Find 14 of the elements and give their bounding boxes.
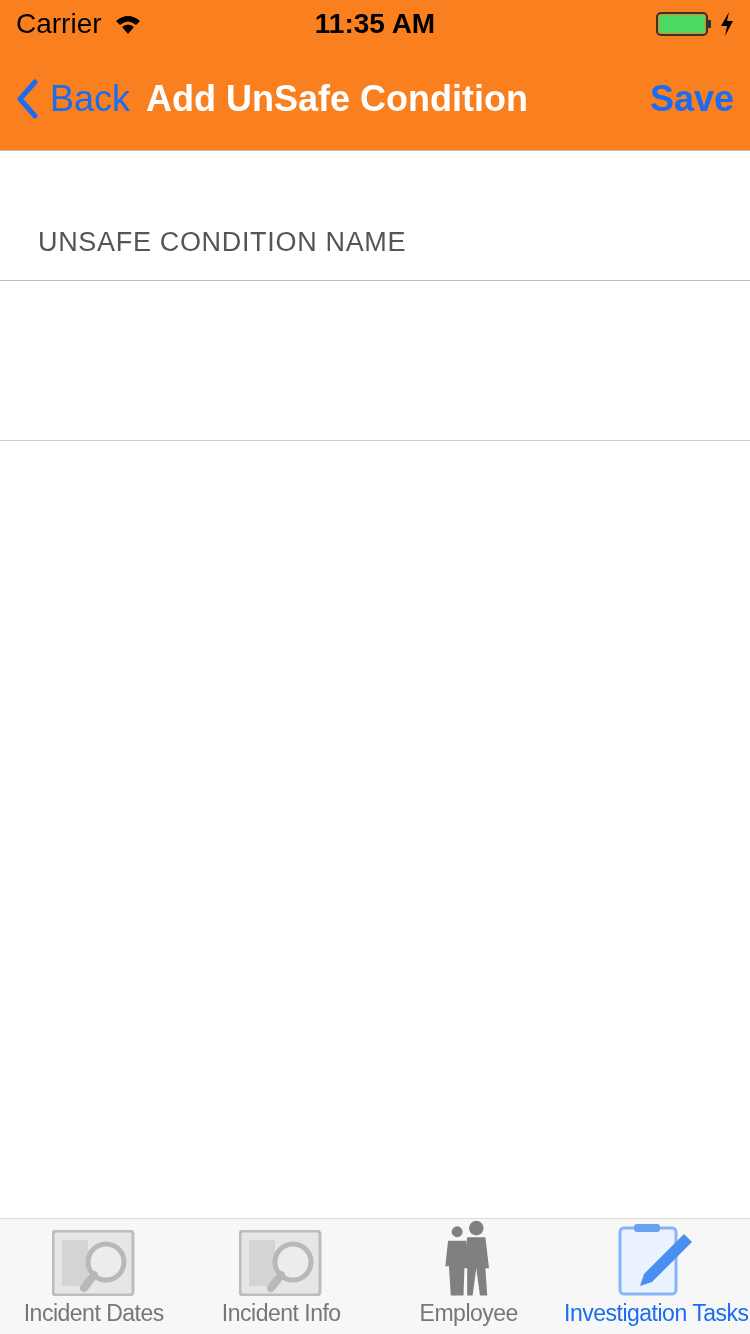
status-time: 11:35 AM xyxy=(314,7,436,41)
tab-bar-item[interactable]: Employee xyxy=(375,1219,563,1334)
document-search-icon xyxy=(51,1229,136,1296)
tab-bar-item[interactable]: Incident Info xyxy=(187,1219,375,1334)
section-header: UNSAFE CONDITION NAME xyxy=(38,225,407,259)
carrier-label: Carrier xyxy=(16,7,102,41)
battery-icon xyxy=(656,12,712,36)
nav-title: Add UnSafe Condition xyxy=(146,77,528,121)
tab-bar-item[interactable]: Incident Dates xyxy=(0,1219,188,1334)
charging-bolt-icon xyxy=(720,12,734,36)
clipboard-pencil-icon xyxy=(618,1223,695,1296)
document-search-icon xyxy=(239,1229,324,1296)
tab-bar-item[interactable]: Investigation Tasks xyxy=(562,1219,750,1334)
back-chevron-icon xyxy=(16,79,38,119)
